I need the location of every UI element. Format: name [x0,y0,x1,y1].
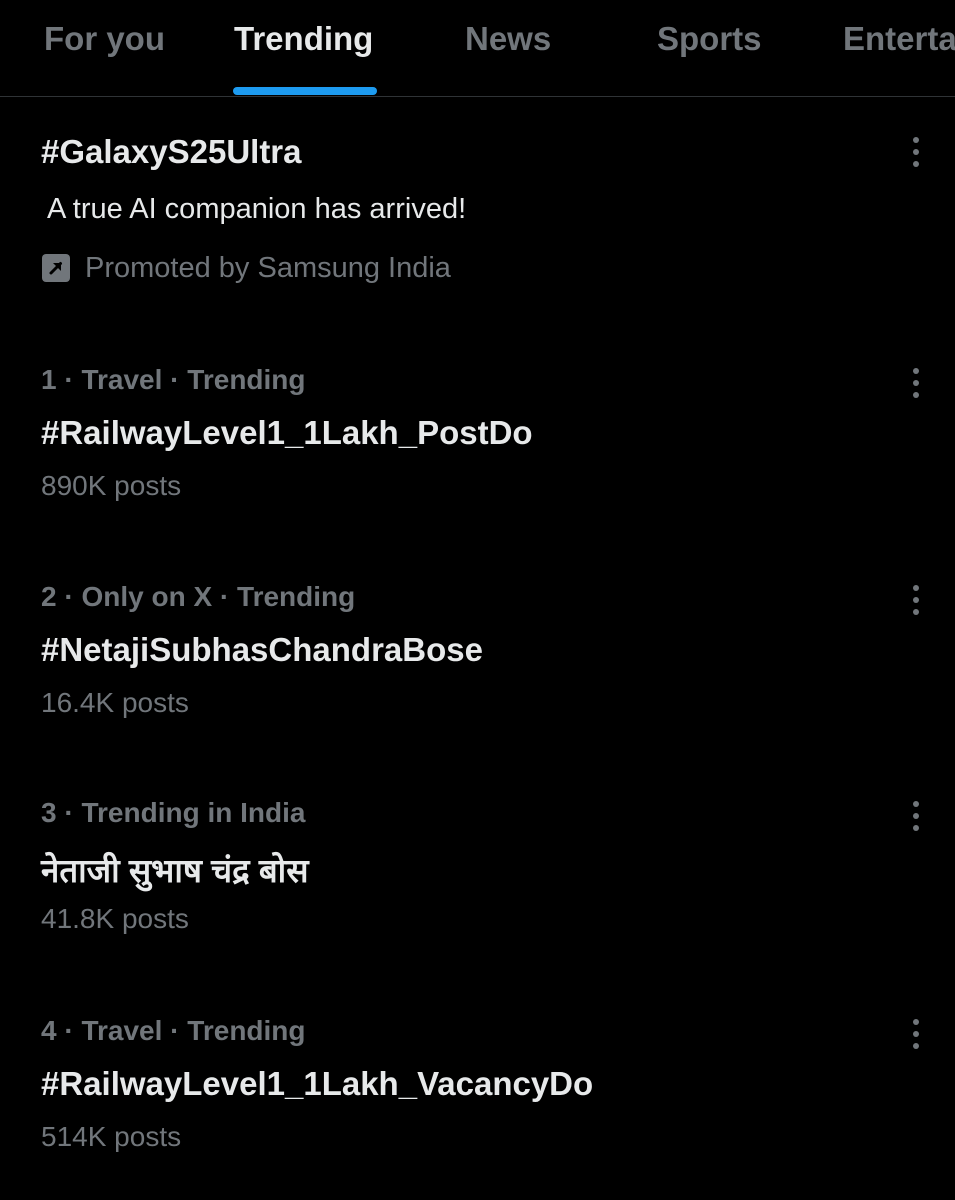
trend-more-button[interactable] [899,797,933,837]
active-tab-indicator [233,87,377,95]
trend-more-button[interactable] [899,364,933,404]
tab-sports[interactable]: Sports [657,0,762,96]
tab-trending[interactable]: Trending [234,0,373,96]
trend-post-count: 514K posts [41,1121,182,1152]
trend-post-count: 41.8K posts [41,903,189,934]
trend-item[interactable]: 2 · Only on X · Trending #NetajiSubhasCh… [0,557,955,757]
trend-item[interactable]: 1 · Travel · Trending #RailwayLevel1_1La… [0,340,955,540]
tab-entertainment[interactable]: Entertainment [843,0,955,96]
promoted-by-text: Promoted by Samsung India [85,252,451,284]
trend-item[interactable]: 3 · Trending in India नेताजी सुभाष चंद्र… [0,773,955,973]
tab-bar: For you Trending News Sports Entertainme… [0,0,955,97]
promoted-more-button[interactable] [899,133,933,173]
tab-news[interactable]: News [465,0,551,96]
trend-title: #RailwayLevel1_1Lakh_PostDo [41,414,533,451]
trend-meta: 1 · Travel · Trending [41,364,306,395]
trend-meta: 3 · Trending in India [41,797,306,828]
trend-title: #RailwayLevel1_1Lakh_VacancyDo [41,1065,594,1102]
trend-more-button[interactable] [899,581,933,621]
promoted-arrow-icon [42,254,70,282]
trend-meta: 2 · Only on X · Trending [41,581,356,612]
trend-item[interactable]: 4 · Travel · Trending #RailwayLevel1_1La… [0,991,955,1191]
promoted-description: A true AI companion has arrived! [47,193,467,225]
promoted-trend[interactable]: #GalaxyS25Ultra A true AI companion has … [0,97,955,327]
trend-title: नेताजी सुभाष चंद्र बोस [41,852,309,889]
promoted-title: #GalaxyS25Ultra [41,133,302,170]
trend-meta: 4 · Travel · Trending [41,1015,306,1046]
tab-for-you[interactable]: For you [44,0,165,96]
trend-post-count: 890K posts [41,470,182,501]
trend-post-count: 16.4K posts [41,687,189,718]
trend-title: #NetajiSubhasChandraBose [41,631,483,668]
trend-more-button[interactable] [899,1015,933,1055]
